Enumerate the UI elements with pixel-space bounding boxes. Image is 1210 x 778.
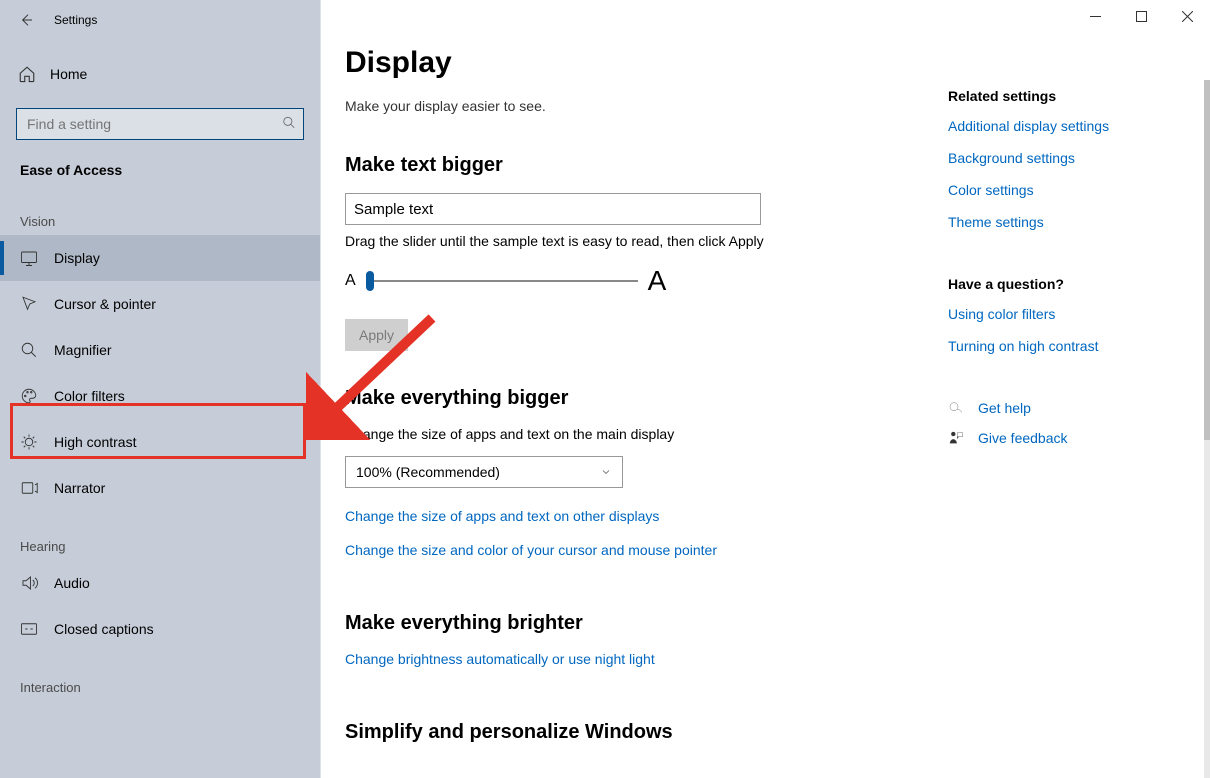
audio-icon xyxy=(20,574,38,592)
content-area: Display Make your display easier to see.… xyxy=(320,0,1210,778)
back-button[interactable] xyxy=(16,10,36,30)
sample-text-box: Sample text xyxy=(345,193,761,225)
narrator-icon xyxy=(20,479,38,497)
link-additional-display[interactable]: Additional display settings xyxy=(948,118,1190,134)
nav-label: Display xyxy=(54,250,100,266)
category-title: Ease of Access xyxy=(0,140,320,186)
link-night-light[interactable]: Change brightness automatically or use n… xyxy=(345,651,918,667)
nav-label: Narrator xyxy=(54,480,105,496)
dropdown-value: 100% (Recommended) xyxy=(356,464,500,480)
group-hearing: Hearing xyxy=(0,511,320,560)
section-simplify: Simplify and personalize Windows xyxy=(345,721,918,744)
sidebar-item-magnifier[interactable]: Magnifier xyxy=(0,327,320,373)
palette-icon xyxy=(20,387,38,405)
scroll-thumb[interactable] xyxy=(1204,80,1210,440)
sidebar: Settings Home Ease of Access Vision Disp… xyxy=(0,0,320,778)
group-interaction: Interaction xyxy=(0,652,320,701)
small-a-label: A xyxy=(345,272,356,290)
link-cursor-color[interactable]: Change the size and color of your cursor… xyxy=(345,542,918,558)
nav-label: Closed captions xyxy=(54,621,154,637)
link-color-settings[interactable]: Color settings xyxy=(948,182,1190,198)
link-background[interactable]: Background settings xyxy=(948,150,1190,166)
nav-label: Color filters xyxy=(54,388,125,404)
nav-label: High contrast xyxy=(54,434,136,450)
search-icon xyxy=(282,116,296,133)
captions-icon xyxy=(20,620,38,638)
section-text-bigger: Make text bigger xyxy=(345,154,918,177)
sidebar-item-audio[interactable]: Audio xyxy=(0,560,320,606)
related-heading: Related settings xyxy=(948,88,1190,104)
close-button[interactable] xyxy=(1164,0,1210,32)
feedback-icon xyxy=(948,430,964,446)
sidebar-item-captions[interactable]: Closed captions xyxy=(0,606,320,652)
section-everything-bigger: Make everything bigger xyxy=(345,387,918,410)
cursor-icon xyxy=(20,295,38,313)
contrast-icon xyxy=(20,433,38,451)
sidebar-item-high-contrast[interactable]: High contrast xyxy=(0,419,320,465)
section-brighter: Make everything brighter xyxy=(345,612,918,635)
help-icon xyxy=(948,400,964,416)
display-icon xyxy=(20,249,38,267)
scale-dropdown[interactable]: 100% (Recommended) xyxy=(345,456,623,488)
link-color-filters-help[interactable]: Using color filters xyxy=(948,306,1190,322)
home-label: Home xyxy=(50,66,87,82)
scrollbar[interactable] xyxy=(1204,80,1210,778)
right-rail: Related settings Additional display sett… xyxy=(948,0,1210,778)
slider-help-text: Drag the slider until the sample text is… xyxy=(345,233,918,249)
main-panel: Display Make your display easier to see.… xyxy=(320,0,948,778)
link-high-contrast-help[interactable]: Turning on high contrast xyxy=(948,338,1190,354)
nav-label: Cursor & pointer xyxy=(54,296,156,312)
maximize-button[interactable] xyxy=(1118,0,1164,32)
sidebar-item-cursor[interactable]: Cursor & pointer xyxy=(0,281,320,327)
group-vision: Vision xyxy=(0,186,320,235)
get-help-link[interactable]: Get help xyxy=(978,400,1031,416)
page-subtitle: Make your display easier to see. xyxy=(345,98,918,114)
sidebar-item-narrator[interactable]: Narrator xyxy=(0,465,320,511)
text-size-slider[interactable] xyxy=(366,280,638,282)
home-nav[interactable]: Home xyxy=(0,52,320,96)
nav-label: Audio xyxy=(54,575,90,591)
window-controls xyxy=(1072,0,1210,32)
link-other-displays[interactable]: Change the size of apps and text on othe… xyxy=(345,508,918,524)
chevron-down-icon xyxy=(600,466,612,478)
link-theme[interactable]: Theme settings xyxy=(948,214,1190,230)
sidebar-item-color-filters[interactable]: Color filters xyxy=(0,373,320,419)
minimize-button[interactable] xyxy=(1072,0,1118,32)
window-title: Settings xyxy=(54,13,97,27)
magnifier-icon xyxy=(20,341,38,359)
everything-bigger-desc: Change the size of apps and text on the … xyxy=(345,426,918,442)
page-title: Display xyxy=(345,46,918,80)
sidebar-item-display[interactable]: Display xyxy=(0,235,320,281)
search-input[interactable] xyxy=(16,108,304,140)
home-icon xyxy=(18,65,36,83)
feedback-link[interactable]: Give feedback xyxy=(978,430,1068,446)
apply-button[interactable]: Apply xyxy=(345,319,408,351)
big-a-label: A xyxy=(648,265,667,297)
question-heading: Have a question? xyxy=(948,276,1190,292)
slider-thumb[interactable] xyxy=(366,271,374,291)
nav-label: Magnifier xyxy=(54,342,112,358)
